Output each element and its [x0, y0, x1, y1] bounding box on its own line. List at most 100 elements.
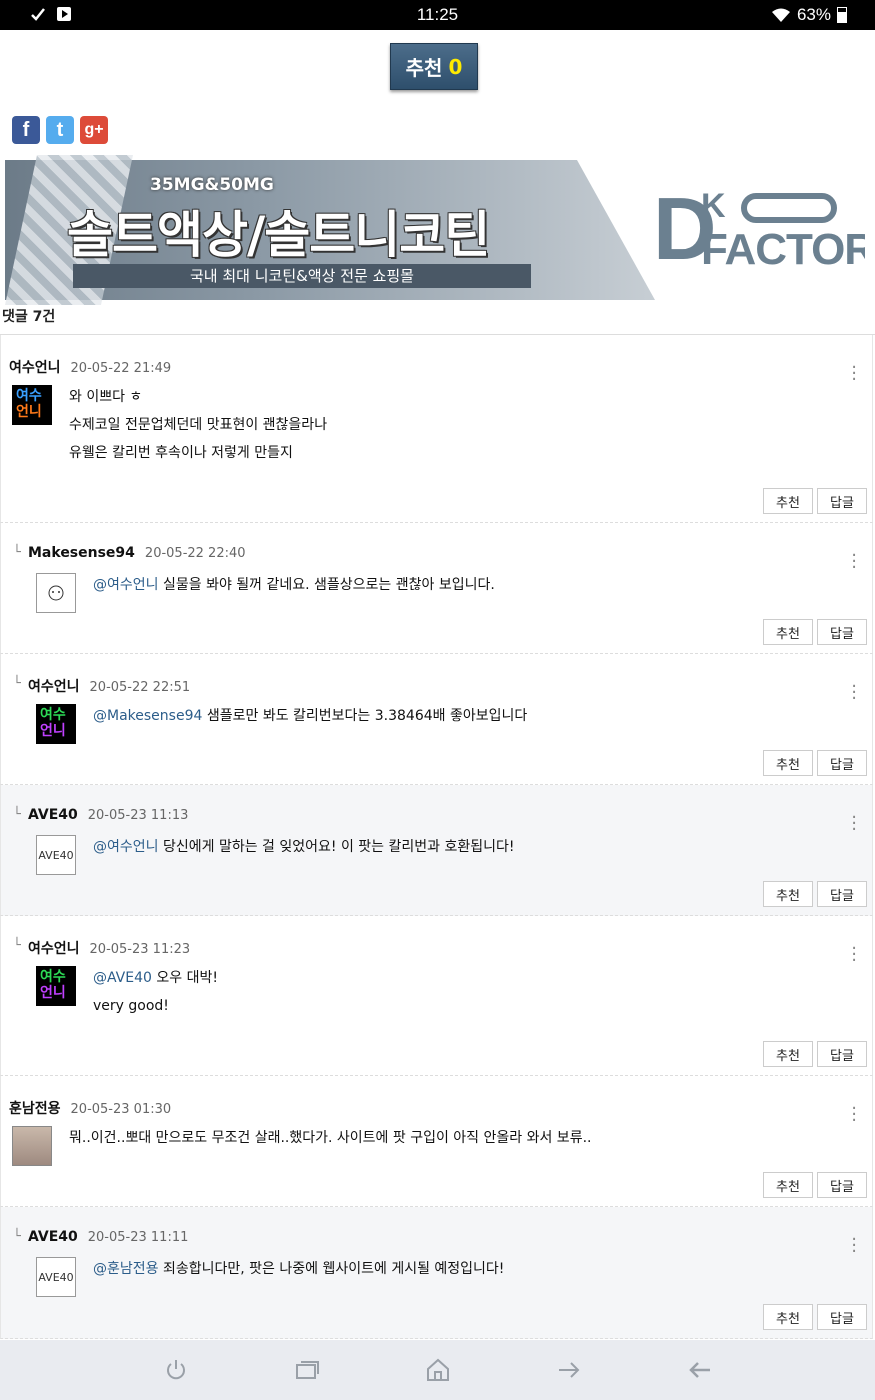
comment-body: @Makesense94 샘플로만 봐도 칼리번보다는 3.38464배 좋아보… [93, 702, 527, 730]
comment-actions: 추천 답글 [763, 1304, 867, 1330]
comment-reply-button[interactable]: 답글 [817, 1304, 867, 1330]
status-right: 63% [771, 5, 847, 25]
home-icon[interactable] [424, 1356, 452, 1384]
avatar[interactable]: 여수 언니 [36, 966, 76, 1006]
comment-header: 훈남전용 20-05-23 01:30 [9, 1098, 171, 1118]
google-plus-icon[interactable]: g+ [80, 116, 108, 144]
avatar[interactable]: 여수 언니 [36, 704, 76, 744]
face-sketch-icon [48, 585, 64, 601]
more-options-icon[interactable]: · · · [851, 940, 857, 970]
comment-text: 죄송합니다만, 팟은 나중에 웹사이트에 게시될 예정입니다! [162, 1261, 505, 1277]
ad-banner[interactable]: 35MG&50MG 솔트액상/솔트니코틴 국내 최대 니코틴&액상 전문 쇼핑몰… [5, 155, 865, 305]
comment-author[interactable]: 여수언니 [9, 357, 61, 377]
comment-reply-button[interactable]: 답글 [817, 750, 867, 776]
comment-item: └ 여수언니 20-05-23 11:23 여수 언니 @AVE40 오우 대박… [0, 916, 873, 1076]
more-options-icon[interactable]: · · · [851, 809, 857, 839]
power-icon[interactable] [162, 1356, 190, 1384]
avatar[interactable] [12, 1126, 52, 1166]
comment-date: 20-05-22 22:51 [89, 680, 191, 695]
comment-author[interactable]: Makesense94 [28, 545, 135, 561]
comment-author[interactable]: 훈남전용 [9, 1098, 61, 1118]
more-options-icon[interactable]: · · · [851, 678, 857, 708]
comment-recommend-button[interactable]: 추천 [763, 1172, 813, 1198]
comment-date: 20-05-23 11:23 [89, 942, 191, 957]
comment-text: 샘플로만 봐도 칼리번보다는 3.38464배 좋아보입니다 [206, 708, 528, 724]
comment-header: 여수언니 20-05-23 11:23 [28, 938, 190, 958]
comment-mention[interactable]: @훈남전용 [93, 1261, 159, 1277]
comment-reply-button[interactable]: 답글 [817, 619, 867, 645]
forward-icon[interactable] [555, 1356, 583, 1384]
comment-text: 오우 대박! [156, 970, 218, 986]
comment-header: Makesense94 20-05-22 22:40 [28, 545, 246, 561]
banner-title: 솔트액상/솔트니코틴 [67, 206, 490, 264]
comment-author[interactable]: AVE40 [28, 807, 78, 823]
avatar-ave-logo: AVE40 [38, 848, 74, 862]
comment-date: 20-05-23 11:11 [87, 1230, 189, 1245]
status-time: 11:25 [416, 5, 459, 24]
comment-author[interactable]: 여수언니 [28, 938, 80, 958]
recommend-label: 추천 [405, 56, 443, 80]
comment-author[interactable]: 여수언니 [28, 676, 80, 696]
comment-recommend-button[interactable]: 추천 [763, 488, 813, 514]
comment-text: 실물을 봐야 될꺼 같네요. 샘플상으로는 괜찮아 보입니다. [162, 577, 495, 593]
comment-actions: 추천 답글 [763, 881, 867, 907]
system-nav-bar [0, 1340, 875, 1400]
comment-mention[interactable]: @여수언니 [93, 577, 159, 593]
comment-line: 와 이쁘다 ㅎ [69, 389, 143, 405]
comment-header: AVE40 20-05-23 11:13 [28, 807, 188, 823]
more-options-icon[interactable]: · · · [851, 1231, 857, 1261]
comment-line: 수제코일 전문업체던데 맛표현이 괜찮을라나 [69, 417, 328, 433]
reply-marker: └ [13, 1229, 21, 1244]
comment-reply-button[interactable]: 답글 [817, 488, 867, 514]
comment-header: 여수언니 20-05-22 21:49 [9, 357, 171, 377]
avatar-ave-logo: AVE40 [38, 1270, 74, 1284]
comment-recommend-button[interactable]: 추천 [763, 750, 813, 776]
avatar[interactable]: AVE40 [36, 835, 76, 875]
banner-tagline: 국내 최대 니코틴&액상 전문 쇼핑몰 [73, 264, 531, 288]
comment-reply-button[interactable]: 답글 [817, 1041, 867, 1067]
comment-header: 여수언니 20-05-22 22:51 [28, 676, 190, 696]
more-options-icon[interactable]: · · · [851, 359, 857, 389]
facebook-icon[interactable]: f [12, 116, 40, 144]
battery-percent: 63% [796, 5, 831, 24]
comment-recommend-button[interactable]: 추천 [763, 619, 813, 645]
comment-mention[interactable]: @여수언니 [93, 839, 159, 855]
comment-actions: 추천 답글 [763, 619, 867, 645]
comment-recommend-button[interactable]: 추천 [763, 881, 813, 907]
comment-count: 댓글 7건 [2, 309, 56, 325]
comment-body: 뭐..이건..뽀대 만으로도 무조건 살래..했다가. 사이트에 팟 구입이 아… [69, 1124, 591, 1152]
comment-date: 20-05-23 11:13 [87, 808, 189, 823]
comment-recommend-button[interactable]: 추천 [763, 1041, 813, 1067]
comment-body: 와 이쁘다 ㅎ 수제코일 전문업체던데 맛표현이 괜찮을라나 유웰은 칼리번 후… [69, 383, 327, 467]
comment-actions: 추천 답글 [763, 488, 867, 514]
comment-recommend-button[interactable]: 추천 [763, 1304, 813, 1330]
recommend-button[interactable]: 추천 0 [390, 43, 478, 90]
comment-body: @훈남전용 죄송합니다만, 팟은 나중에 웹사이트에 게시될 예정입니다! [93, 1255, 504, 1283]
comment-line: very good! [93, 998, 169, 1014]
more-options-icon[interactable]: · · · [851, 547, 857, 577]
reply-marker: └ [13, 807, 21, 822]
logo-factory: FACTORY [701, 225, 865, 274]
avatar[interactable] [36, 573, 76, 613]
comment-date: 20-05-22 22:40 [144, 546, 246, 561]
comment-author[interactable]: AVE40 [28, 1229, 78, 1245]
status-bar: 11:25 63% [0, 0, 875, 30]
more-options-icon[interactable]: · · · [851, 1100, 857, 1130]
comment-mention[interactable]: @AVE40 [93, 970, 152, 986]
comment-mention[interactable]: @Makesense94 [93, 708, 202, 724]
recent-apps-icon[interactable] [293, 1356, 321, 1384]
social-share: f t g+ [12, 116, 108, 144]
comment-reply-button[interactable]: 답글 [817, 881, 867, 907]
twitter-icon[interactable]: t [46, 116, 74, 144]
logo-o-shape [741, 193, 837, 223]
recommend-count: 0 [448, 54, 463, 79]
avatar[interactable]: 여수 언니 [12, 385, 52, 425]
back-icon[interactable] [686, 1356, 714, 1384]
comment-actions: 추천 답글 [763, 1172, 867, 1198]
avatar[interactable]: AVE40 [36, 1257, 76, 1297]
comment-actions: 추천 답글 [763, 750, 867, 776]
comment-header: AVE40 20-05-23 11:11 [28, 1229, 188, 1245]
comment-item: 훈남전용 20-05-23 01:30 뭐..이건..뽀대 만으로도 무조건 살… [0, 1076, 873, 1207]
comment-text: 당신에게 말하는 걸 잊었어요! 이 팟는 칼리번과 호환됩니다! [162, 839, 515, 855]
comment-reply-button[interactable]: 답글 [817, 1172, 867, 1198]
